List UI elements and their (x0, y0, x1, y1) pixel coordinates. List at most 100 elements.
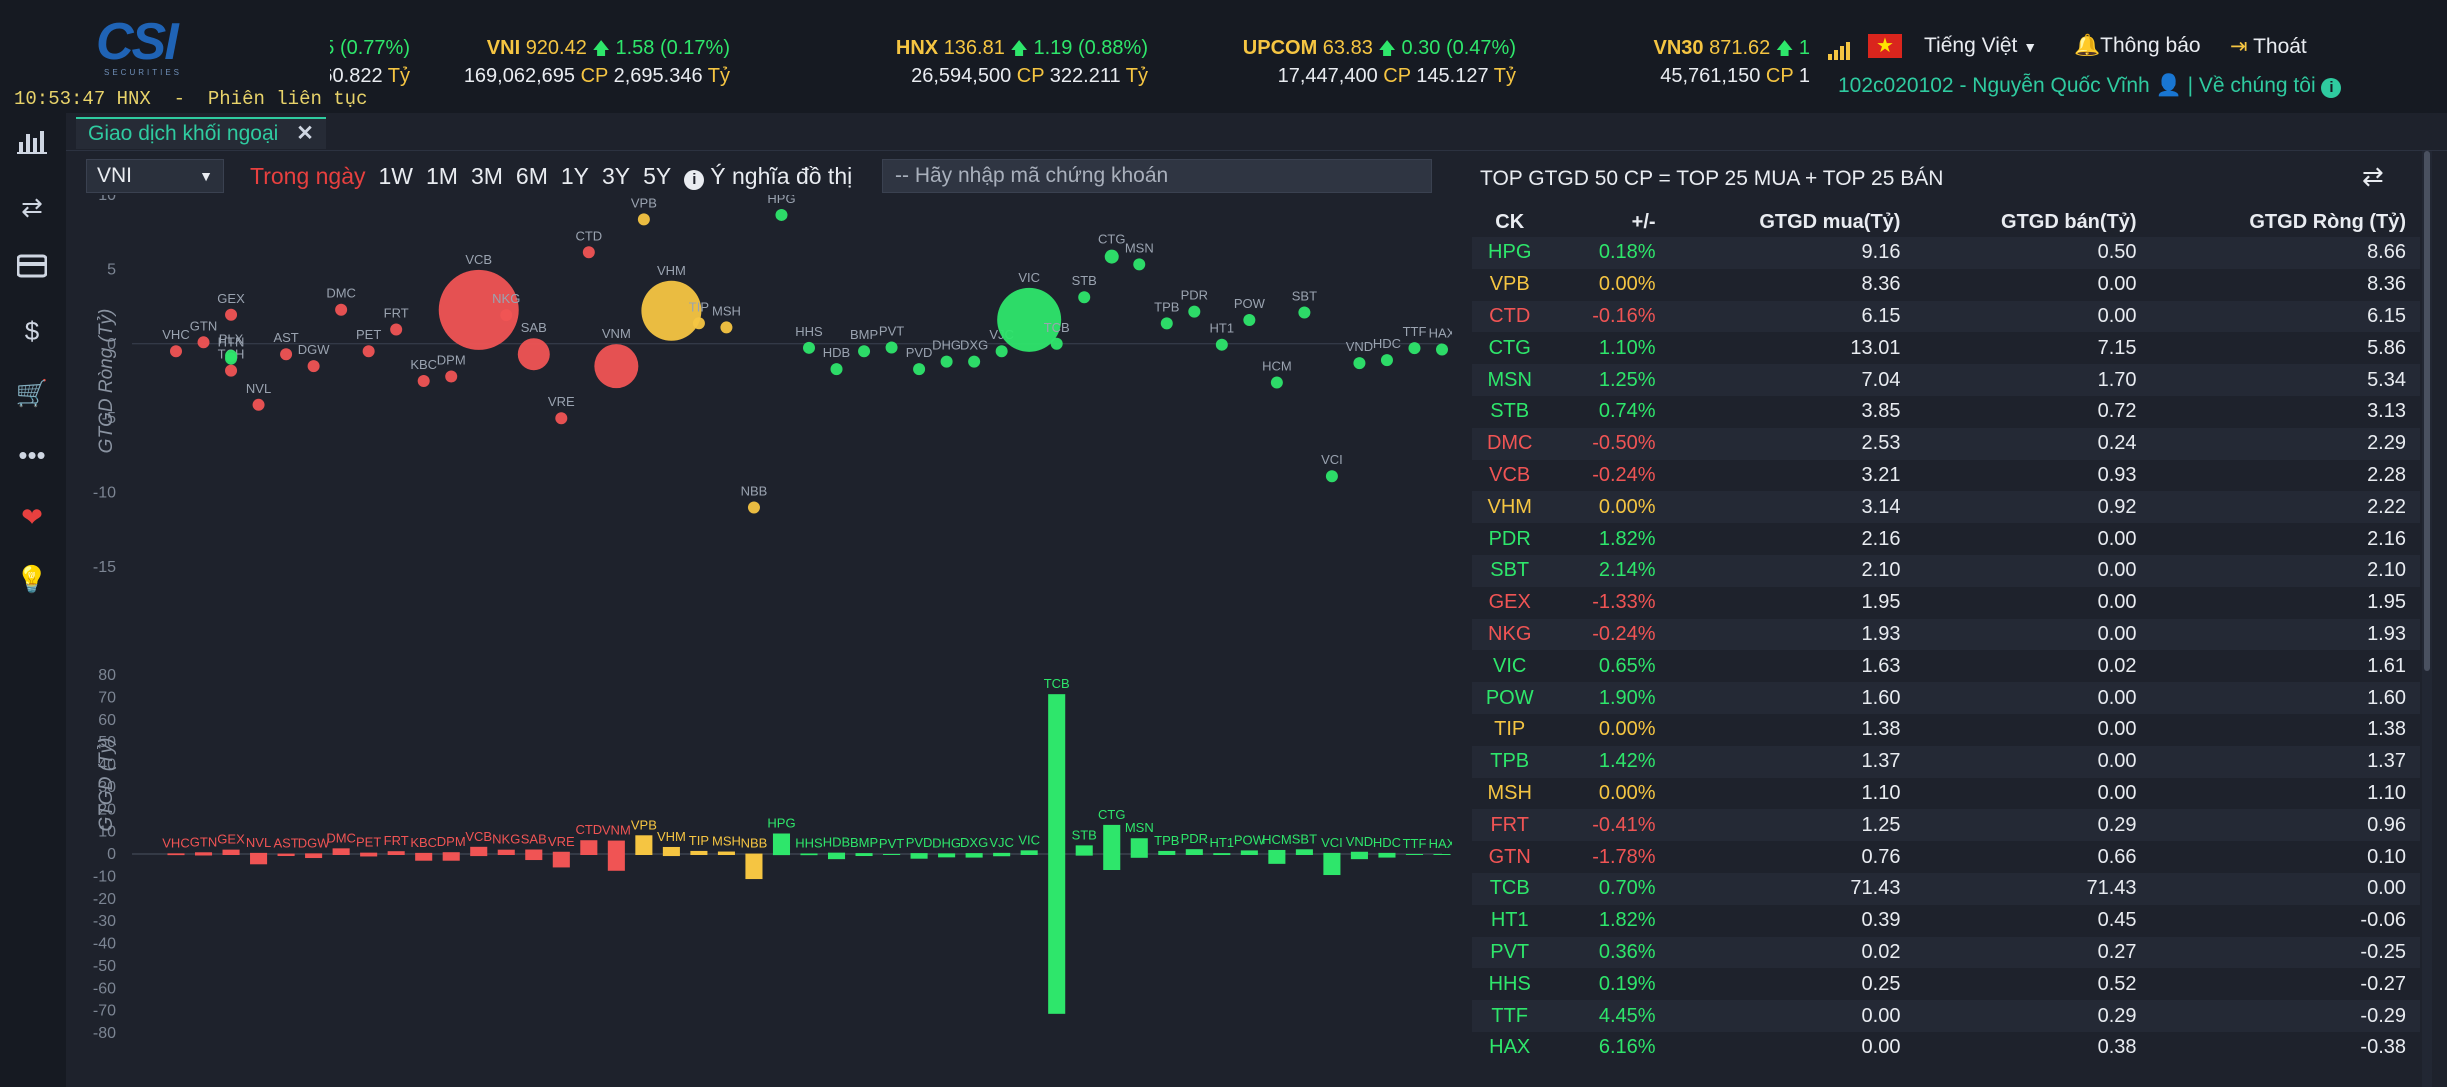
period-3m[interactable]: 3M (471, 163, 503, 190)
user-name: 102c020102 - Nguyễn Quốc Vĩnh (1838, 74, 2150, 97)
cell-sell-value: 0.66 (1914, 841, 2151, 873)
scatter-point (517, 338, 550, 371)
bar-sell (332, 854, 350, 855)
logout-button[interactable]: ⇥ Thoát (2230, 34, 2307, 59)
bar-sell (883, 854, 901, 855)
scatter-point (858, 345, 871, 358)
scatter-point (1436, 343, 1448, 356)
bar-buy (580, 840, 598, 854)
transfer-icon[interactable]: ⇄ (14, 189, 50, 225)
notifications-button[interactable]: 🔔Thông báo (2074, 34, 2201, 58)
table-row[interactable]: MSH 0.00% 1.10 0.00 1.10 (1472, 777, 2420, 810)
chart-meaning-link[interactable]: iÝ nghĩa đồ thị (684, 163, 852, 190)
table-row[interactable]: TIP 0.00% 1.38 0.00 1.38 (1472, 713, 2420, 746)
table-row[interactable]: CTD -0.16% 6.15 0.00 6.15 (1472, 300, 2420, 333)
table-row[interactable]: TPB 1.42% 1.37 0.00 1.37 (1472, 745, 2420, 778)
bar-label: POW (1234, 832, 1266, 847)
scatter-point-label: HTN (218, 335, 245, 350)
column-header[interactable]: CK (1472, 207, 1548, 237)
bar-label: KBC (410, 835, 437, 850)
period-1m[interactable]: 1M (426, 163, 458, 190)
cell-change: 1.42% (1547, 745, 1670, 778)
csi-logo[interactable]: CSI SECURITIES (96, 16, 226, 77)
ticker-volume: 26,594,500 (911, 65, 1012, 87)
top-trading-panel: TOP GTGD 50 CP = TOP 25 MUA + TOP 25 BÁN… (1452, 151, 2447, 1087)
bar-buy (1350, 851, 1368, 854)
stock-search-input[interactable] (882, 159, 1432, 193)
column-header[interactable]: +/- (1547, 207, 1670, 237)
scatter-point (555, 412, 568, 425)
period-trong-ngày[interactable]: Trong ngày (250, 163, 366, 190)
arrow-up-icon: 🡅 (592, 39, 610, 58)
column-header[interactable]: GTGD mua(Tỷ) (1669, 207, 1915, 237)
table-row[interactable]: VHM 0.00% 3.14 0.92 2.22 (1472, 491, 2420, 524)
table-row[interactable]: PVT 0.36% 0.02 0.27 -0.25 (1472, 936, 2420, 969)
table-row[interactable]: TCB 0.70% 71.43 71.43 0.00 (1472, 872, 2420, 905)
cell-net-value: 1.37 (2150, 745, 2420, 778)
table-row[interactable]: HAX 6.16% 0.00 0.38 -0.38 (1472, 1031, 2420, 1064)
ticker-index[interactable]: VNI 920.42 🡅 1.58 (0.17%) 169,062,695 CP … (370, 34, 730, 90)
cell-change: 0.00% (1547, 491, 1670, 524)
period-1w[interactable]: 1W (379, 163, 414, 190)
more-icon[interactable]: ••• (14, 437, 50, 473)
credit-card-icon[interactable] (14, 251, 50, 287)
cell-change: -0.24% (1547, 618, 1670, 651)
table-row[interactable]: PDR 1.82% 2.16 0.00 2.16 (1472, 523, 2420, 555)
scrollbar-thumb[interactable] (2424, 151, 2430, 671)
table-row[interactable]: GEX -1.33% 1.95 0.00 1.95 (1472, 586, 2420, 619)
table-row[interactable]: CTG 1.10% 13.01 7.15 5.86 (1472, 332, 2420, 365)
table-row[interactable]: STB 0.74% 3.85 0.72 3.13 (1472, 395, 2420, 428)
period-3y[interactable]: 3Y (602, 163, 630, 190)
bar-label: AST (273, 836, 298, 851)
ticker-index[interactable]: VN30 871.62 🡅 1 45,761,150 CP 1 (1450, 34, 1811, 90)
vietnam-flag-icon[interactable]: ★ (1868, 34, 1902, 58)
cell-change: 0.65% (1547, 650, 1670, 683)
table-row[interactable]: GTN -1.78% 0.76 0.66 0.10 (1472, 841, 2420, 873)
table-row[interactable]: HT1 1.82% 0.39 0.45 -0.06 (1472, 904, 2420, 937)
bar-y-tick: 70 (98, 689, 116, 706)
column-header[interactable]: GTGD bán(Tỷ) (1914, 207, 2151, 237)
scatter-point (1133, 258, 1146, 271)
table-row[interactable]: HPG 0.18% 9.16 0.50 8.66 (1472, 237, 2420, 269)
cart-icon[interactable]: 🛒 (14, 375, 50, 411)
period-5y[interactable]: 5Y (643, 163, 671, 190)
bar-chart-icon[interactable] (14, 127, 50, 163)
column-header[interactable]: GTGD Ròng (Tỷ) (2150, 207, 2420, 237)
heart-icon[interactable]: ❤ (14, 499, 50, 535)
cell-sell-value: 0.38 (1914, 1031, 2151, 1064)
scatter-point (1298, 306, 1311, 319)
scatter-point-label: NKG (492, 291, 520, 306)
period-1y[interactable]: 1Y (561, 163, 589, 190)
language-select[interactable]: Tiếng Việt ▼ (1924, 34, 2037, 58)
lightbulb-icon[interactable]: 💡 (14, 561, 50, 597)
user-info[interactable]: 102c020102 - Nguyễn Quốc Vĩnh 👤 | Về chú… (1838, 74, 2342, 98)
ticker-index[interactable]: HNX 136.81 🡅 1.19 (0.88%) 26,594,500 CP 3… (788, 34, 1148, 90)
table-row[interactable]: SBT 2.14% 2.10 0.00 2.10 (1472, 554, 2420, 587)
table-row[interactable]: VPB 0.00% 8.36 0.00 8.36 (1472, 268, 2420, 301)
arrow-up-icon: 🡅 (1378, 39, 1396, 58)
market-select[interactable]: VNI ▼ (86, 159, 224, 193)
period-6m[interactable]: 6M (516, 163, 548, 190)
table-row[interactable]: NKG -0.24% 1.93 0.00 1.93 (1472, 618, 2420, 651)
table-row[interactable]: MSN 1.25% 7.04 1.70 5.34 (1472, 364, 2420, 396)
table-row[interactable]: HHS 0.19% 0.25 0.52 -0.27 (1472, 968, 2420, 1001)
table-row[interactable]: VIC 0.65% 1.63 0.02 1.61 (1472, 650, 2420, 683)
swap-icon[interactable]: ⇄ (2362, 161, 2384, 192)
bar-sell (277, 854, 295, 857)
tab-foreign-trading[interactable]: Giao dịch khối ngoại ✕ (76, 117, 326, 149)
bar-label: GEX (217, 832, 245, 847)
bar-sell (1158, 854, 1176, 855)
table-row[interactable]: POW 1.90% 1.60 0.00 1.60 (1472, 682, 2420, 714)
bar-y-tick: 80 (98, 667, 116, 684)
table-row[interactable]: DMC -0.50% 2.53 0.24 2.29 (1472, 427, 2420, 460)
scatter-y-tick: -15 (93, 559, 116, 576)
dollar-icon[interactable]: $ (14, 313, 50, 349)
close-icon[interactable]: ✕ (296, 122, 314, 145)
about-link[interactable]: | Về chúng tôi (2188, 74, 2316, 97)
table-row[interactable]: FRT -0.41% 1.25 0.29 0.96 (1472, 809, 2420, 842)
bar-y-tick: -40 (93, 936, 116, 953)
table-row[interactable]: VCB -0.24% 3.21 0.93 2.28 (1472, 459, 2420, 492)
bar-y-tick: -20 (93, 891, 116, 908)
bar-y-axis-title: GTGD (Tỷ) (96, 738, 117, 832)
table-row[interactable]: TTF 4.45% 0.00 0.29 -0.29 (1472, 1000, 2420, 1032)
